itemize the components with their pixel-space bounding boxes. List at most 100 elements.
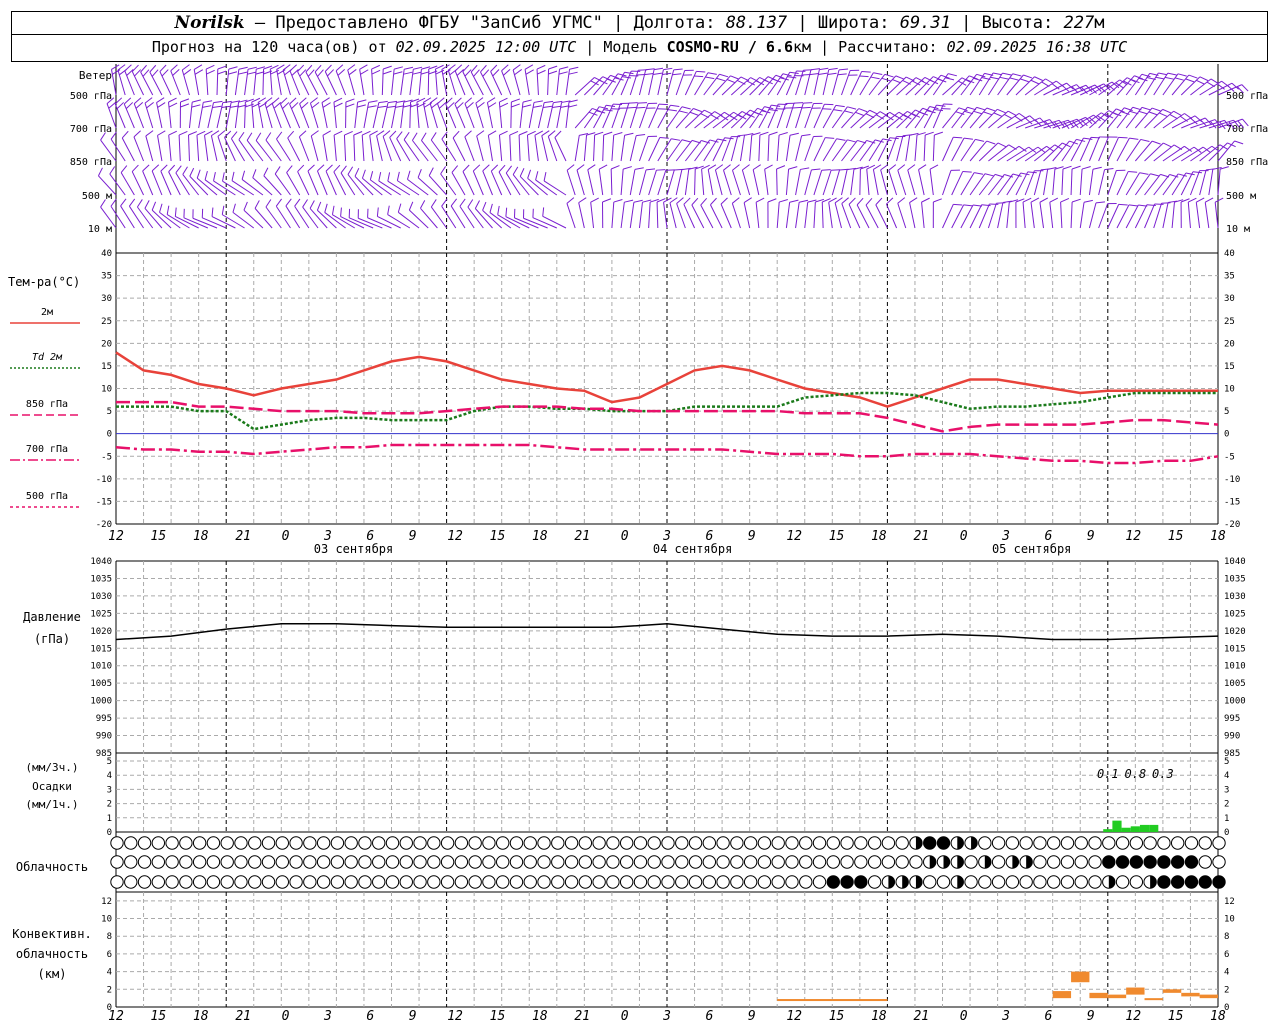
cloud-cover-circle: [1157, 855, 1171, 869]
wind-barb: [707, 169, 714, 196]
precip-tick-right: 0: [1224, 828, 1229, 838]
wind-barb: [914, 76, 934, 96]
cloud-cover-circle: [137, 855, 152, 869]
cloud-cover-circle: [110, 875, 124, 889]
cloud-cover-circle: [372, 855, 386, 869]
cloud-cover-circle: [647, 836, 661, 850]
cloud-cover-circle: [165, 855, 179, 869]
cloud-cover-circle: [1019, 875, 1033, 889]
x-tick-label-top: 9: [1087, 529, 1095, 544]
x-tick-label-bottom: 0: [621, 1009, 629, 1024]
wind-barb-feather: [196, 169, 201, 179]
wind-barb: [907, 169, 916, 196]
wind-barb: [482, 170, 493, 196]
wind-barb-feather: [335, 64, 344, 72]
wind-barb-feather: [628, 102, 638, 104]
cloud-cover-circle: [1115, 875, 1130, 889]
wind-barb-feather: [420, 200, 426, 209]
wind-barb-feather: [522, 104, 532, 108]
cloud-cover-circle: [757, 855, 772, 869]
wind-barb-feather: [476, 102, 485, 109]
x-tick-label-top: 12: [786, 529, 802, 544]
cloud-cover-circle: [537, 875, 551, 889]
wind-barb: [412, 140, 429, 162]
x-tick-label-top: 21: [574, 529, 590, 544]
wind-barb-feather: [945, 77, 955, 81]
wind-barb-feather: [811, 168, 821, 171]
cloud-cover-circle: [496, 875, 510, 889]
wind-barb: [547, 68, 550, 96]
cloud-cover-circle: [702, 836, 717, 850]
wind-barb: [795, 103, 804, 129]
wind-barb-feather: [333, 97, 343, 103]
wind-barb-feather: [170, 64, 178, 72]
wind-barb: [942, 137, 954, 162]
wind-barb-feather: [654, 67, 664, 71]
wind-barb: [1187, 202, 1191, 229]
wind-barb-feather: [274, 166, 281, 175]
wind-barb-feather: [717, 138, 727, 142]
wind-barb-feather: [264, 97, 273, 104]
wind-barb-feather: [610, 165, 620, 170]
wind-barb-feather: [691, 197, 699, 206]
wind-barb-feather: [752, 164, 761, 171]
wind-barb-feather: [819, 67, 829, 71]
wind-barb-feather: [389, 130, 397, 138]
wind-barb: [168, 135, 172, 162]
wind-title: Ветер: [79, 69, 112, 82]
x-tick-label-bottom: 21: [235, 1009, 251, 1024]
wind-barb-feather: [527, 169, 532, 179]
wind-barb-feather: [146, 102, 154, 109]
wind-barb: [1116, 137, 1130, 162]
cloud-cover-circle: [1102, 836, 1116, 850]
x-tick-label-top: 0: [960, 529, 968, 544]
wind-barb: [547, 136, 558, 162]
wind-barb: [480, 71, 493, 96]
wind-level-label-right: 500 м: [1226, 191, 1256, 202]
conv-tick-right: 2: [1224, 985, 1229, 995]
wind-barb: [1049, 202, 1054, 229]
wind-barb-feather: [778, 132, 788, 136]
wind-barb-feather: [354, 167, 360, 177]
wind-barb: [841, 203, 852, 229]
wind-barb-feather: [356, 104, 366, 108]
cloud-cover-circle: [675, 855, 689, 869]
cloud-cover-circle: [551, 875, 565, 889]
wind-barb: [282, 69, 291, 96]
wind-barb-feather: [213, 100, 223, 104]
precip-sum-label: 0.3: [1152, 767, 1174, 781]
cloud-cover-circle: [1143, 836, 1157, 850]
wind-barb-feather: [438, 102, 447, 109]
wind-barb-feather: [396, 171, 400, 181]
wind-barb-feather: [142, 164, 150, 172]
wind-barb-feather: [454, 64, 463, 72]
wind-barb-feather: [569, 66, 579, 70]
wind-barb: [951, 204, 965, 229]
wind-barb: [749, 135, 753, 162]
cloud-cover-circle: [399, 855, 413, 869]
wind-barb: [804, 69, 812, 96]
x-tick-label-bottom: 15: [151, 1009, 167, 1024]
cloud-cover-circle: [743, 875, 758, 889]
cloud-cover-half: [915, 836, 923, 850]
wind-level-label-left: 500 гПа: [70, 91, 112, 102]
wind-barb-feather: [789, 199, 799, 203]
cloud-cover-circle: [923, 875, 937, 889]
wind-barb-feather: [636, 133, 646, 137]
wind-barb-feather: [157, 130, 166, 136]
cloud-cover-circle: [248, 855, 262, 869]
wind-level-label-left: 700 гПа: [70, 124, 112, 135]
cloud-cover-circle: [358, 875, 372, 889]
wind-barb: [675, 169, 683, 196]
wind-barb-feather: [1128, 204, 1138, 207]
wind-barb-feather: [693, 108, 702, 113]
wind-barb: [467, 206, 484, 229]
wind-barb-feather: [254, 200, 260, 209]
wind-barb: [611, 135, 615, 162]
wind-barb-feather: [934, 109, 944, 112]
wind-level-label-right: 10 м: [1226, 224, 1250, 235]
wind-barb-feather: [382, 70, 392, 75]
wind-barb: [459, 205, 475, 229]
wind-barb: [749, 106, 765, 129]
wind-barb-feather: [324, 203, 328, 213]
